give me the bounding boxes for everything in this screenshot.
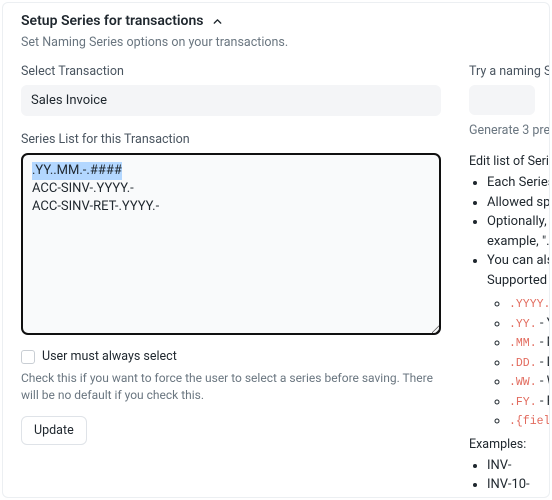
- naming-series-page: Setup Series for transactions Set Naming…: [2, 2, 550, 498]
- user-must-select-row: User must always select: [21, 349, 441, 364]
- variable-item: .FY. - Fisc: [509, 392, 535, 412]
- section-setup-header[interactable]: Setup Series for transactions: [21, 3, 535, 29]
- user-must-select-checkbox[interactable]: [21, 350, 35, 364]
- section-setup-title: Setup Series for transactions: [21, 13, 203, 29]
- variable-item: .{fieldna: [509, 411, 535, 431]
- generate-preview-text: Generate 3 preview of na: [469, 123, 535, 138]
- chevron-up-icon: [211, 15, 224, 28]
- variable-item: .DD. - Day: [509, 353, 535, 373]
- select-transaction-label: Select Transaction: [21, 64, 441, 79]
- help-list: Each Series Prefi Allowed special c Opti…: [469, 173, 535, 431]
- help-item: Optionally, set th example, ".####": [487, 212, 535, 251]
- edit-intro-text: Edit list of Series in the: [469, 154, 535, 169]
- user-must-select-label: User must always select: [42, 349, 177, 364]
- series-list-field: Series List for this Transaction: [21, 132, 441, 339]
- variable-item: .MM. - Mor: [509, 333, 535, 353]
- help-item: You can also use Supported Variati .YYYY…: [487, 251, 535, 431]
- example-item: INV-10-: [487, 475, 535, 495]
- try-series-label: Try a naming Series: [469, 64, 535, 79]
- series-list-textarea[interactable]: [21, 153, 441, 335]
- variable-item: .YYYY. - Ye: [509, 294, 535, 314]
- variable-list: .YYYY. - Ye .YY. - Yea .MM. - Mor .DD. -…: [487, 294, 535, 431]
- examples-list: INV- INV-10- INVK- INV-.YYYY.-.{bra: [469, 456, 535, 499]
- help-item: Each Series Prefi: [487, 173, 535, 193]
- help-item: Allowed special c: [487, 193, 535, 213]
- update-button[interactable]: Update: [21, 416, 87, 445]
- right-column: Try a naming Series Generate 3 preview o…: [469, 64, 535, 498]
- variable-item: .WW. - We: [509, 372, 535, 392]
- try-series-input[interactable]: [469, 85, 535, 115]
- user-must-select-help: Check this if you want to force the user…: [21, 370, 441, 404]
- example-item: INV-: [487, 456, 535, 476]
- examples-label: Examples:: [469, 437, 535, 452]
- select-transaction-input[interactable]: Sales Invoice: [21, 85, 441, 116]
- try-series-field: Try a naming Series: [469, 64, 535, 115]
- series-list-label: Series List for this Transaction: [21, 132, 441, 147]
- variable-item: .YY. - Yea: [509, 314, 535, 334]
- left-column: Select Transaction Sales Invoice Series …: [21, 64, 441, 498]
- example-item: INVK-: [487, 495, 535, 499]
- section-setup-subtitle: Set Naming Series options on your transa…: [21, 35, 535, 50]
- select-transaction-field: Select Transaction Sales Invoice: [21, 64, 441, 116]
